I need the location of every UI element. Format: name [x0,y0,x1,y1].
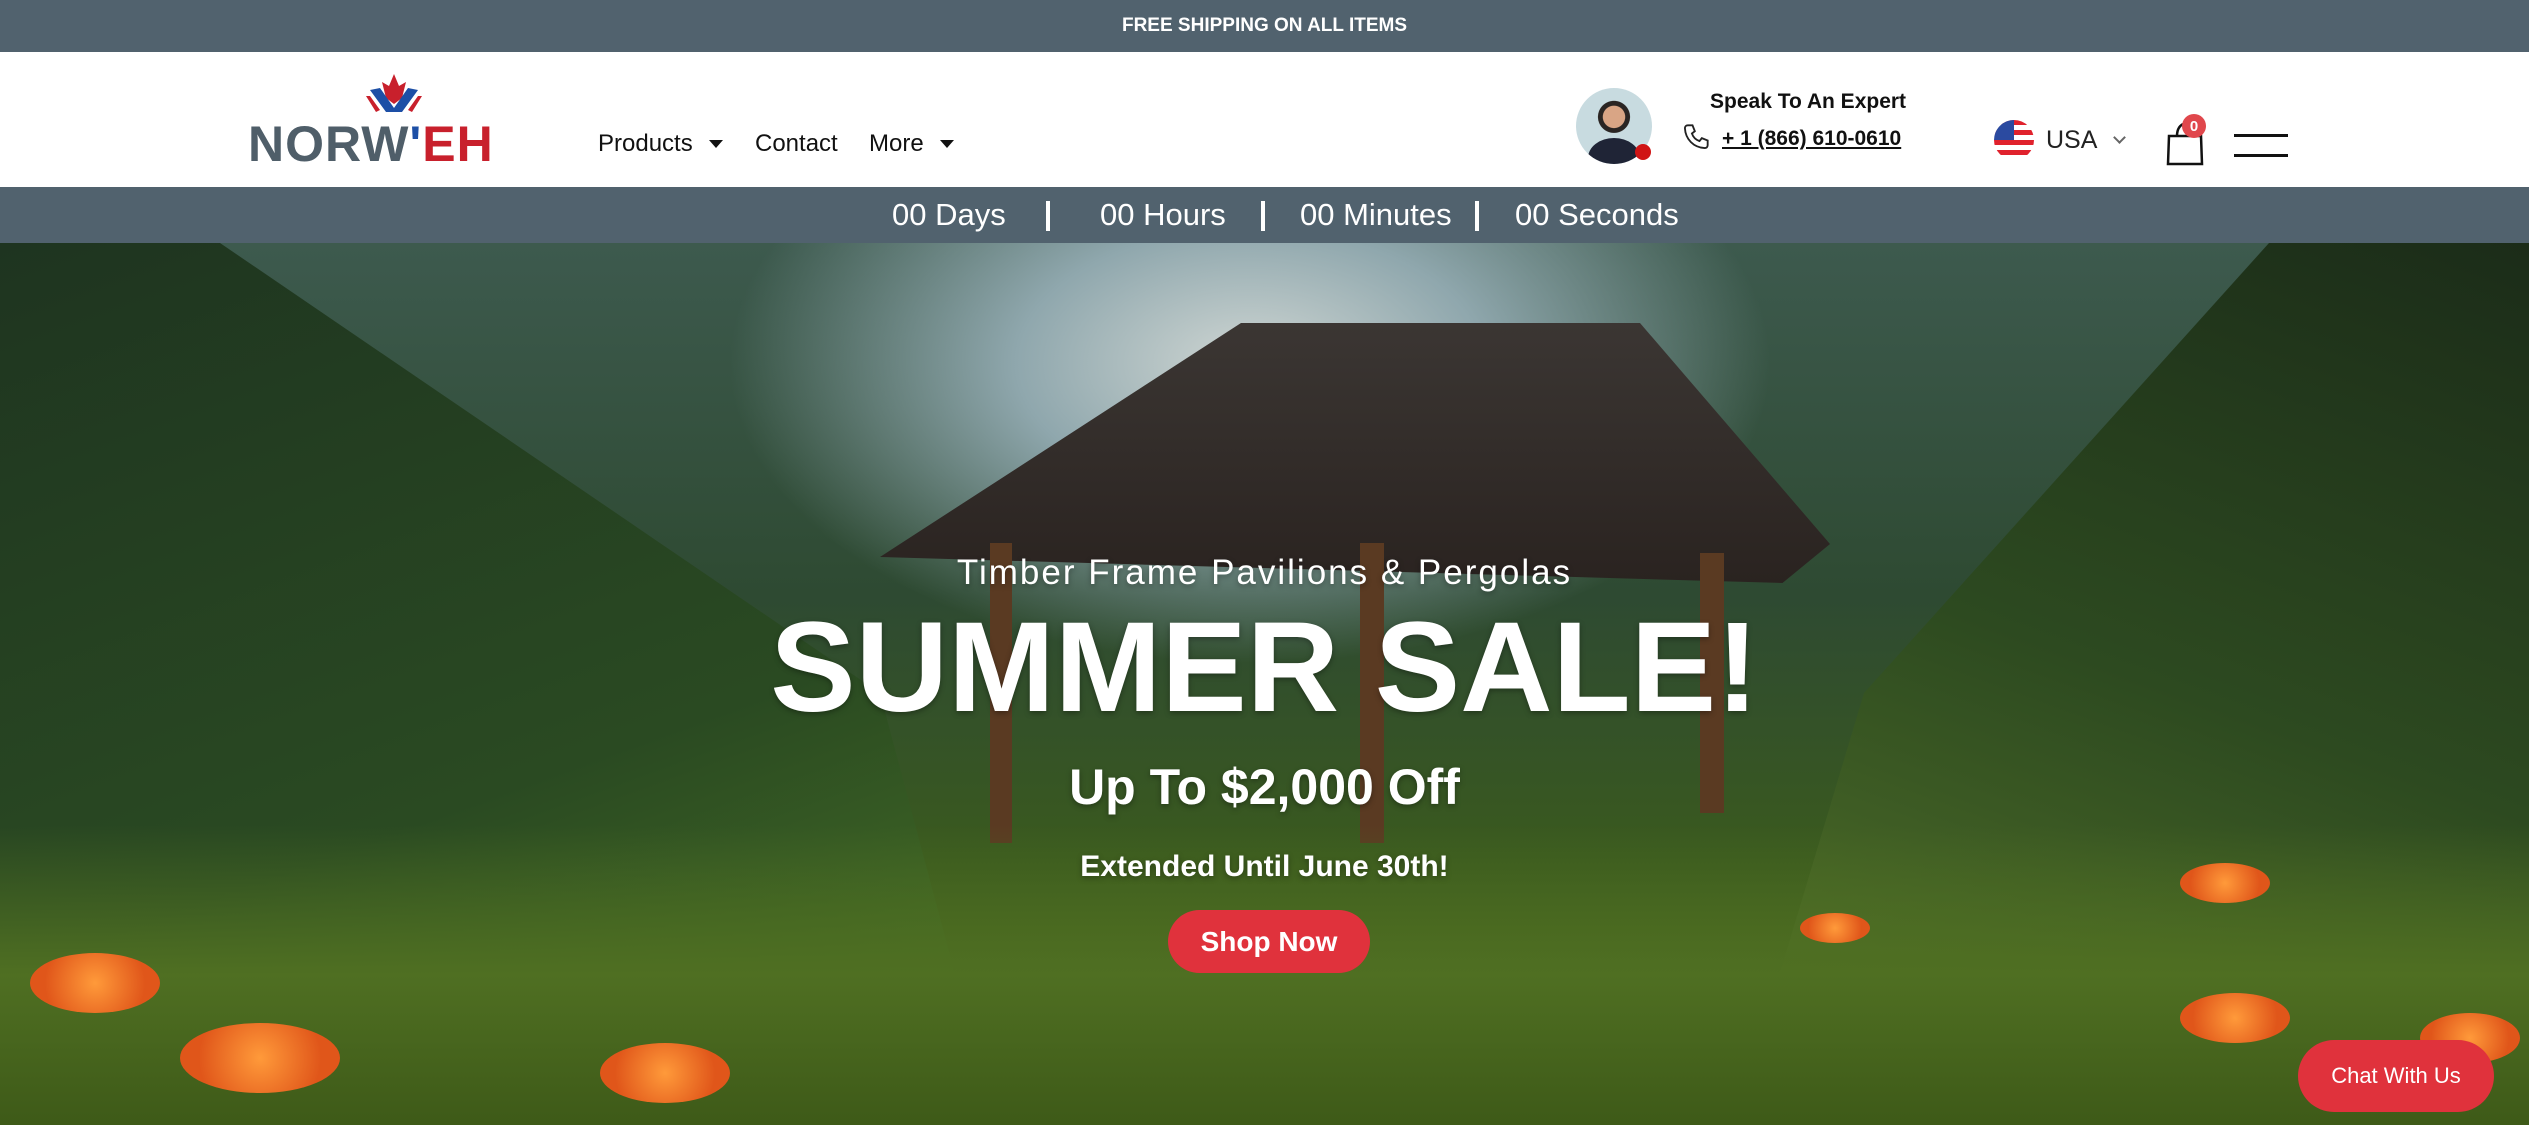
hero-subtitle: Timber Frame Pavilions & Pergolas [956,553,1573,592]
hero-flower [2180,993,2290,1043]
expert-title: Speak To An Expert [1710,90,1907,113]
hero-offer: Up To $2,000 Off [1069,759,1460,815]
countdown-bar: 00 Days 00 Hours 00 Minutes 00 Seconds [0,187,2529,243]
logo-text-left: NORW [248,116,410,172]
hero-flower [30,953,160,1013]
hero-flower [180,1023,340,1093]
logo-text-right: EH [422,116,494,172]
nav-label: More [869,130,924,157]
site-header: NORW'EH Products Contact More Speak To A… [0,52,2529,187]
countdown-days: 00 Days [892,197,1006,232]
online-status-dot [1635,144,1651,160]
region-selector[interactable]: USA [1994,120,2127,160]
nav-label: Products [598,130,693,157]
hamburger-icon [2234,134,2288,157]
announcement-text: FREE SHIPPING ON ALL ITEMS [1121,15,1408,36]
divider [1046,201,1050,231]
hero-flower [1800,913,1870,943]
hero-title: SUMMER SALE! [770,596,1759,739]
hamburger-menu-button[interactable] [2234,134,2288,158]
maple-leaf-icon [366,74,422,112]
shop-now-button[interactable]: Shop Now [1168,910,1370,973]
expert-phone-link[interactable]: + 1 (866) 610-0610 [1722,127,1901,151]
nav-contact[interactable]: Contact [755,130,838,158]
nav-label: Contact [755,130,838,157]
divider [1261,201,1265,231]
caret-down-icon [939,140,954,148]
cart-button[interactable]: 0 [2166,114,2206,166]
announcement-bar: FREE SHIPPING ON ALL ITEMS [0,0,2529,52]
nav-products[interactable]: Products [598,130,723,158]
hero-flower [600,1043,730,1103]
countdown-minutes: 00 Minutes [1300,197,1452,232]
countdown-seconds: 00 Seconds [1515,197,1679,232]
logo[interactable]: NORW'EH [248,74,540,169]
cart-count-badge: 0 [2182,114,2206,138]
logo-apostrophe: ' [409,116,423,172]
us-flag-icon [1994,120,2034,160]
chevron-down-icon [2113,130,2127,144]
chat-with-us-button[interactable]: Chat With Us [2298,1040,2494,1112]
countdown-hours: 00 Hours [1100,197,1226,232]
hero-pavilion-roof [880,323,1830,583]
nav-more[interactable]: More [869,130,954,158]
hero-note: Extended Until June 30th! [1080,850,1449,883]
region-label: USA [2046,125,2098,154]
phone-icon [1683,124,1709,150]
divider [1475,201,1479,231]
hero-banner: Timber Frame Pavilions & Pergolas SUMMER… [0,243,2529,1125]
caret-down-icon [708,140,723,148]
